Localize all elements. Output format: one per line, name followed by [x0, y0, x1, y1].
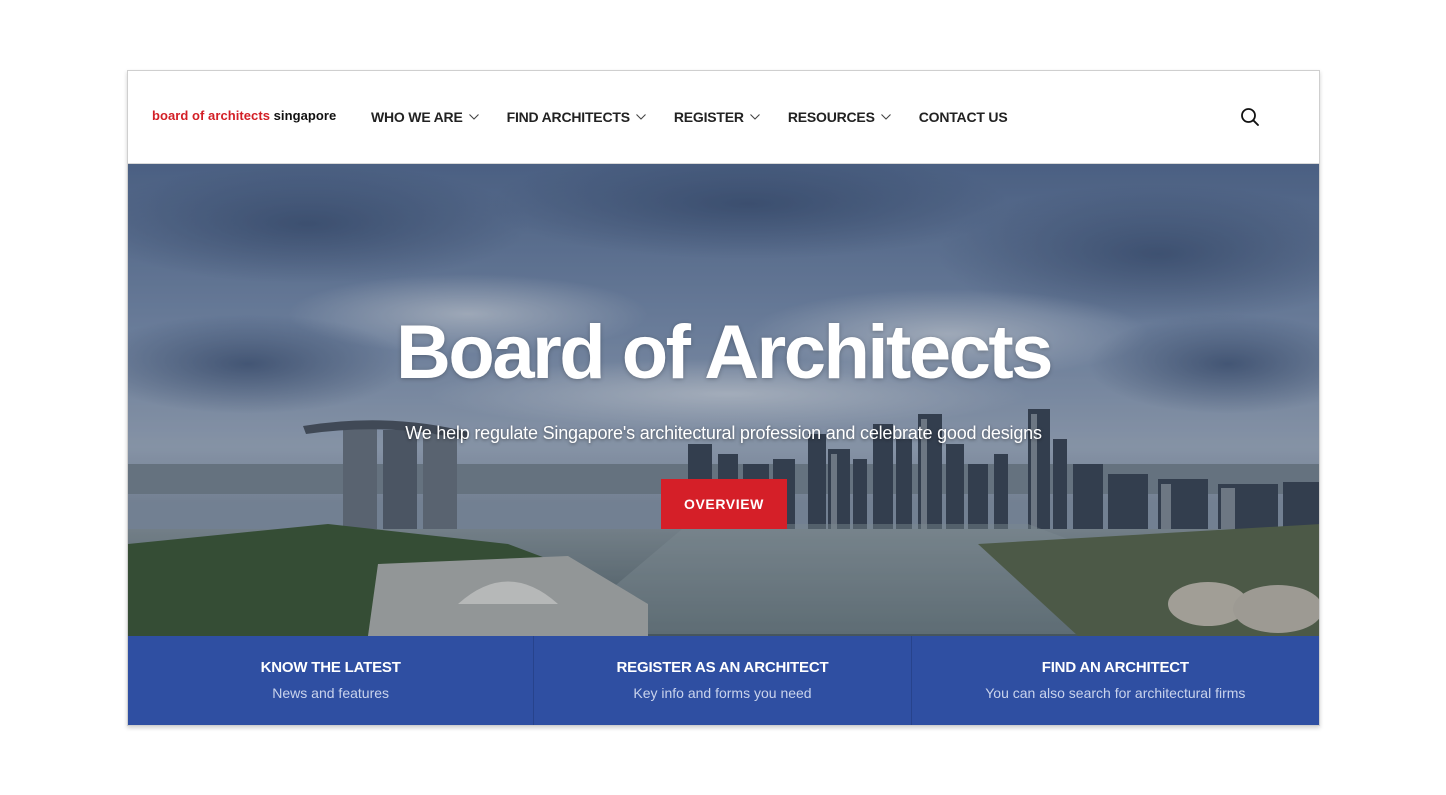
quick-link-find-an-architect[interactable]: FIND AN ARCHITECT You can also search fo… [912, 636, 1319, 725]
logo-text-secondary: singapore [273, 108, 337, 123]
logo-text-primary: board of architects [152, 108, 270, 123]
main-nav: WHO WE ARE FIND ARCHITECTS REGISTER RESO… [371, 107, 1008, 127]
nav-item-label: FIND ARCHITECTS [506, 109, 630, 125]
quick-link-title: KNOW THE LATEST [260, 659, 401, 676]
hero-subtitle: We help regulate Singapore's architectur… [405, 423, 1042, 443]
site-logo[interactable]: board of architects singapore [152, 108, 336, 123]
nav-item-contact-us[interactable]: CONTACT US [919, 109, 1008, 125]
page-frame: board of architects singapore WHO WE ARE… [127, 70, 1320, 726]
nav-item-label: RESOURCES [787, 109, 875, 125]
chevron-down-icon [468, 112, 479, 122]
nav-item-label: WHO WE ARE [371, 109, 463, 125]
overview-button[interactable]: OVERVIEW [661, 479, 787, 529]
nav-item-label: CONTACT US [918, 109, 1008, 125]
nav-item-label: REGISTER [673, 109, 744, 125]
hero-title: Board of Architects [396, 310, 1053, 395]
chevron-down-icon [635, 112, 646, 122]
nav-item-who-we-are[interactable]: WHO WE ARE [371, 109, 479, 125]
nav-item-register[interactable]: REGISTER [674, 109, 760, 125]
quick-link-subtitle: News and features [272, 685, 390, 701]
quick-link-title: FIND AN ARCHITECT [1041, 659, 1189, 676]
chevron-down-icon [880, 112, 891, 122]
nav-item-find-architects[interactable]: FIND ARCHITECTS [507, 109, 646, 125]
nav-item-resources[interactable]: RESOURCES [788, 109, 891, 125]
chevron-down-icon [749, 112, 760, 122]
quick-link-register-as-architect[interactable]: REGISTER AS AN ARCHITECT Key info and fo… [534, 636, 912, 725]
search-icon[interactable] [1240, 107, 1260, 127]
quick-links-bar: KNOW THE LATEST News and features REGIST… [128, 636, 1319, 725]
hero-overlay [128, 164, 1319, 636]
quick-link-subtitle: You can also search for architectural fi… [985, 685, 1246, 701]
site-header: board of architects singapore WHO WE ARE… [128, 71, 1319, 164]
quick-link-title: REGISTER AS AN ARCHITECT [616, 659, 829, 676]
quick-link-subtitle: Key info and forms you need [633, 685, 812, 701]
quick-link-know-the-latest[interactable]: KNOW THE LATEST News and features [128, 636, 535, 725]
hero-banner: Board of Architects We help regulate Sin… [128, 164, 1319, 636]
